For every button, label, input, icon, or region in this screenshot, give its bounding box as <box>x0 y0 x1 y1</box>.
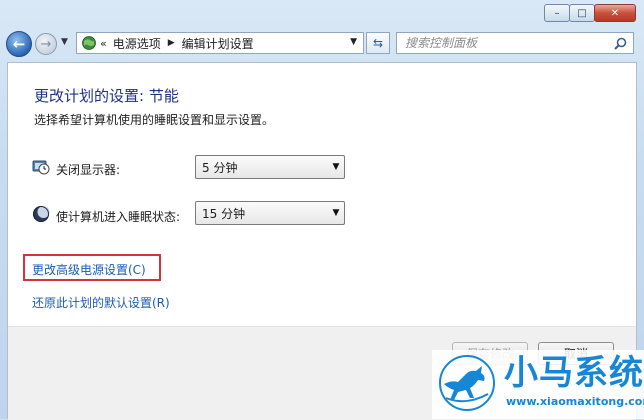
recent-pages-dropdown[interactable]: ▼ <box>61 37 68 47</box>
breadcrumb-edit-plan[interactable]: 编辑计划设置 <box>182 35 254 52</box>
window-frame: – □ ✕ ← → ▼ « 电源选项 ▶ 编辑计划设置 ▼ ⇆ 搜索控制面板 更… <box>0 0 644 420</box>
control-panel-icon <box>80 35 98 51</box>
search-icon[interactable] <box>611 37 629 50</box>
chevron-down-icon: ▼ <box>332 162 340 172</box>
display-off-label: 关闭显示器: <box>56 163 121 177</box>
refresh-icon: ⇆ <box>372 36 384 50</box>
address-dropdown-icon[interactable]: ▼ <box>350 37 357 47</box>
restore-defaults-link[interactable]: 还原此计划的默认设置(R) <box>32 294 170 311</box>
horse-logo-icon <box>436 354 498 412</box>
sleep-value: 15 分钟 <box>202 206 246 221</box>
advanced-power-settings-link[interactable]: 更改高级电源设置(C) <box>32 261 146 278</box>
back-arrow-icon: ← <box>12 35 26 53</box>
monitor-clock-icon <box>32 158 50 176</box>
chevron-down-icon: ▼ <box>332 208 340 218</box>
forward-arrow-icon: → <box>40 36 52 52</box>
close-button[interactable]: ✕ <box>594 4 636 22</box>
watermark-url: www.xiaomaxitong.com <box>506 395 644 408</box>
display-off-select[interactable]: 5 分钟 ▼ <box>195 155 345 179</box>
watermark: 小马系统 www.xiaomaxitong.com <box>432 350 644 419</box>
breadcrumb-power-options[interactable]: 电源选项 <box>113 35 161 52</box>
display-off-value: 5 分钟 <box>202 160 238 175</box>
back-button[interactable]: ← <box>6 31 32 57</box>
forward-button[interactable]: → <box>35 33 57 55</box>
address-bar[interactable]: « 电源选项 ▶ 编辑计划设置 ▼ <box>76 32 364 54</box>
sleep-label: 使计算机进入睡眠状态: <box>56 210 181 224</box>
refresh-button[interactable]: ⇆ <box>366 32 390 54</box>
moon-icon <box>32 205 50 223</box>
page-subtitle: 选择希望计算机使用的睡眠设置和显示设置。 <box>34 113 275 127</box>
sleep-select[interactable]: 15 分钟 ▼ <box>195 201 345 225</box>
search-input[interactable] <box>403 33 611 53</box>
page-title: 更改计划的设置: 节能 <box>34 87 179 105</box>
caption-buttons: – □ ✕ <box>544 4 636 22</box>
watermark-title: 小马系统 <box>504 353 644 393</box>
search-box[interactable] <box>396 32 634 54</box>
minimize-button[interactable]: – <box>544 4 570 22</box>
address-overflow[interactable]: « <box>100 37 107 50</box>
maximize-button[interactable]: □ <box>569 4 595 22</box>
breadcrumb-separator-icon[interactable]: ▶ <box>168 38 175 48</box>
